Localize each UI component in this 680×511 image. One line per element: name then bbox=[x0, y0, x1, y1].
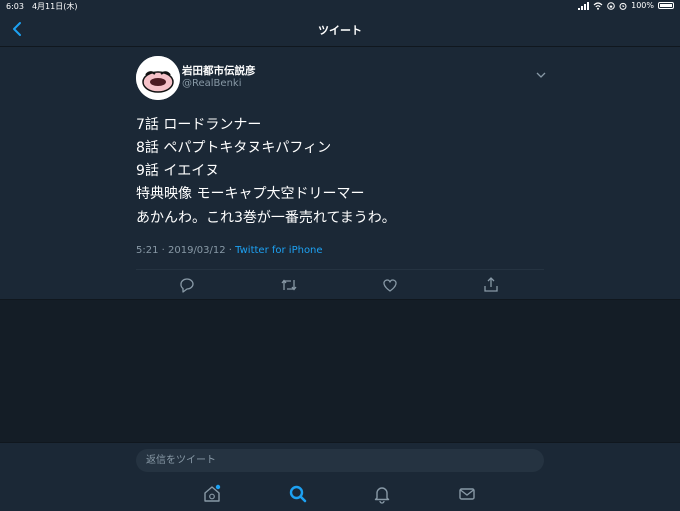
status-bar: 6:03 4月11日(木) 100% bbox=[0, 0, 680, 12]
nav-bar: ツイート bbox=[0, 12, 680, 47]
battery-icon bbox=[658, 2, 674, 9]
tab-notifications[interactable] bbox=[371, 483, 393, 505]
divider bbox=[136, 269, 544, 270]
tweet-text: 7話 ロードランナー 8話 ペパプトキタヌキパフィン 9話 イエイヌ 特典映像 … bbox=[136, 114, 364, 206]
retweet-button[interactable] bbox=[279, 275, 299, 295]
share-icon bbox=[484, 277, 498, 292]
reply-icon bbox=[180, 278, 194, 293]
wifi-icon bbox=[593, 1, 603, 10]
avatar[interactable] bbox=[136, 56, 180, 100]
page-title: ツイート bbox=[318, 24, 362, 37]
status-time: 6:03 bbox=[6, 2, 24, 11]
battery-percent: 100% bbox=[631, 1, 654, 10]
author-handle[interactable]: @RealBenki bbox=[182, 78, 241, 89]
retweet-icon bbox=[281, 279, 297, 291]
reply-button[interactable] bbox=[177, 275, 197, 295]
tab-home[interactable] bbox=[201, 483, 223, 505]
tweet-detail: 岩田都市伝説彦 @RealBenki 7話 ロードランナー 8話 ペパプトキタヌ… bbox=[0, 47, 680, 300]
footer: 返信をツイート bbox=[0, 442, 680, 511]
cellular-signal-icon bbox=[578, 1, 590, 10]
like-icon bbox=[383, 279, 397, 292]
tweet-line: 8話 ペパプトキタヌキパフィン bbox=[136, 140, 332, 156]
status-date: 4月11日(木) bbox=[31, 2, 78, 11]
reply-input[interactable]: 返信をツイート bbox=[136, 449, 544, 472]
tweet-timestamp: 5:21 · 2019/03/12 · bbox=[136, 245, 236, 256]
messages-icon bbox=[459, 488, 475, 500]
like-button[interactable] bbox=[380, 275, 400, 295]
search-icon bbox=[289, 485, 307, 503]
status-left: 6:03 4月11日(木) bbox=[6, 1, 77, 12]
tab-search[interactable] bbox=[287, 483, 309, 505]
tweet-line: 9話 イエイヌ bbox=[136, 163, 220, 179]
chevron-down-icon bbox=[536, 72, 546, 78]
tweet-meta: 5:21 · 2019/03/12 · Twitter for iPhone bbox=[136, 245, 323, 256]
status-right: 100% bbox=[578, 1, 674, 10]
tweet-line: あかんわ。これ3巻が一番売れてまうわ。 bbox=[136, 210, 396, 226]
tweet-line: 特典映像 モーキャプ大空ドリーマー bbox=[136, 186, 365, 202]
avatar-face-image bbox=[136, 56, 180, 100]
tab-messages[interactable] bbox=[456, 483, 478, 505]
tweet-actions bbox=[136, 275, 544, 295]
orientation-lock-icon bbox=[607, 1, 615, 10]
home-icon bbox=[204, 484, 221, 502]
share-button[interactable] bbox=[481, 275, 501, 295]
notifications-icon bbox=[374, 487, 390, 504]
alarm-icon bbox=[619, 2, 627, 10]
tweet-line: 7話 ロードランナー bbox=[136, 117, 262, 133]
more-options-button[interactable] bbox=[535, 65, 547, 78]
author-name[interactable]: 岩田都市伝説彦 bbox=[182, 63, 256, 78]
tweet-source-link[interactable]: Twitter for iPhone bbox=[235, 245, 322, 256]
